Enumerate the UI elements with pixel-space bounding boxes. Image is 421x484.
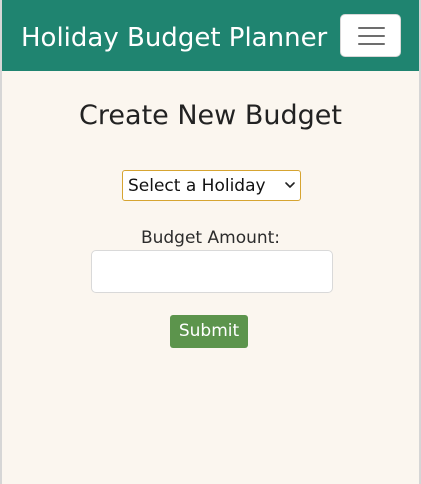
- hamburger-icon: [358, 27, 385, 46]
- holiday-select-value: Select a Holiday: [128, 176, 266, 196]
- holiday-select[interactable]: Select a Holiday: [122, 170, 301, 201]
- navbar: Holiday Budget Planner: [2, 0, 419, 71]
- chevron-down-icon: [285, 182, 295, 188]
- app-brand[interactable]: Holiday Budget Planner: [21, 20, 327, 56]
- budget-amount-input[interactable]: [91, 250, 333, 293]
- page-title: Create New Budget: [79, 100, 342, 131]
- submit-button[interactable]: Submit: [170, 315, 248, 348]
- menu-toggle-button[interactable]: [340, 14, 401, 57]
- budget-amount-label: Budget Amount:: [140, 228, 281, 248]
